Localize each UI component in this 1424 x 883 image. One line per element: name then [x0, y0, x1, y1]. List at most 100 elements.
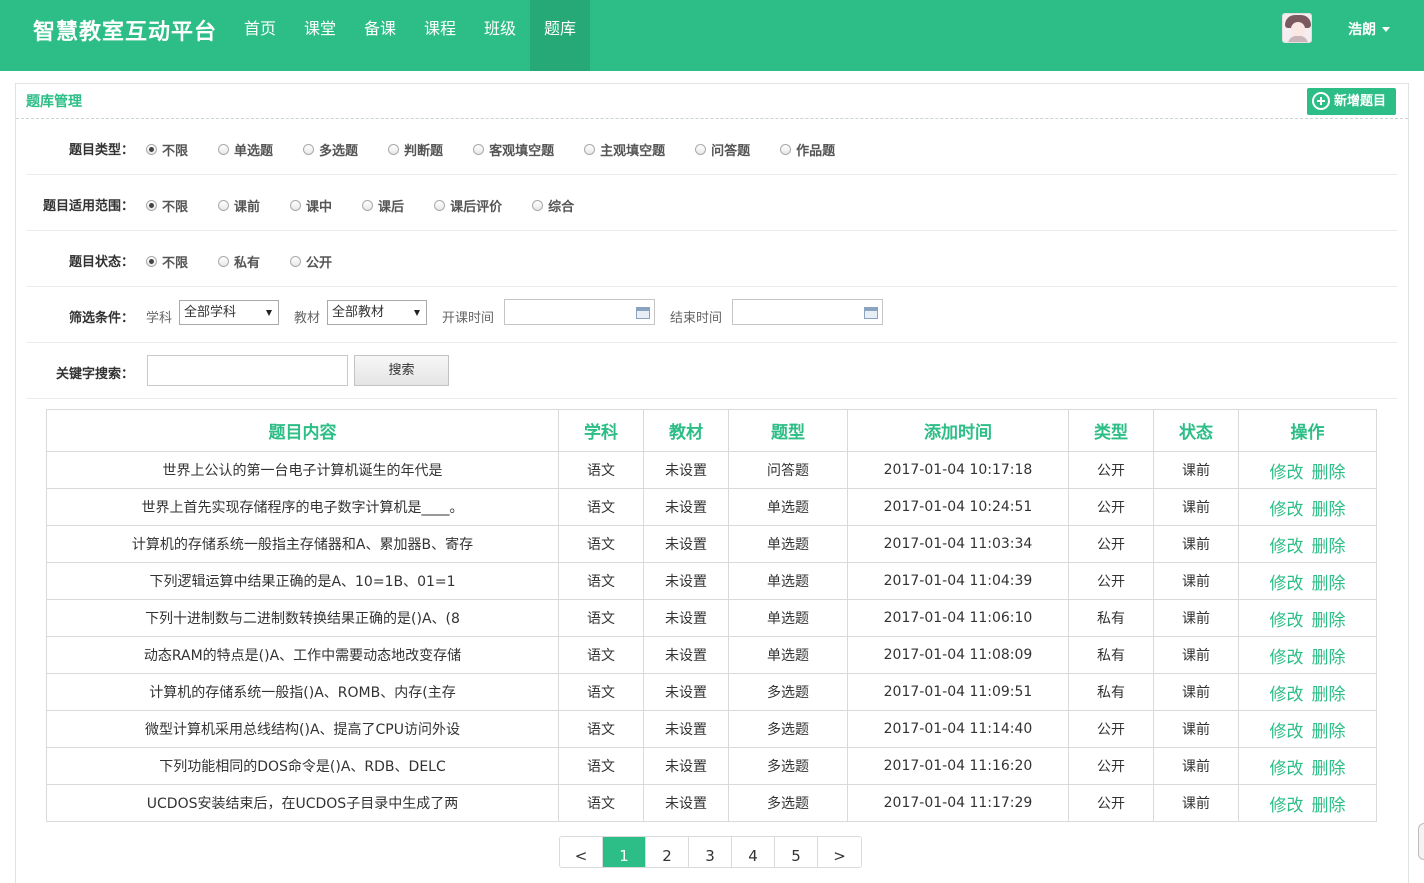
column-header-subject: 学科 — [558, 409, 644, 452]
page-button-2[interactable]: 2 — [646, 837, 689, 867]
scrollbar-thumb[interactable] — [1418, 823, 1424, 860]
radio-dot-icon — [218, 256, 230, 267]
cell-textbook: 未设置 — [643, 451, 729, 489]
page-button-5[interactable]: 5 — [775, 837, 818, 867]
nav-item-lesson-prep[interactable]: 备课 — [350, 0, 410, 71]
nav-item-class[interactable]: 班级 — [470, 0, 530, 71]
radio-status-private[interactable]: 私有 — [218, 252, 260, 271]
cell-textbook: 未设置 — [643, 525, 729, 563]
cell-content: 计算机的存储系统一般指主存储器和A、累加器B、寄存 — [46, 525, 559, 563]
cell-added-time: 2017-01-04 11:16:20 — [847, 747, 1069, 785]
add-question-button[interactable]: 新增题目 — [1307, 88, 1396, 115]
page-button-3[interactable]: 3 — [689, 837, 732, 867]
edit-link[interactable]: 修改 — [1270, 537, 1304, 557]
nav-item-classroom[interactable]: 课堂 — [290, 0, 350, 71]
nav-item-home[interactable]: 首页 — [230, 0, 290, 71]
delete-link[interactable]: 删除 — [1312, 611, 1346, 631]
calendar-icon[interactable] — [864, 307, 878, 319]
type-options: 不限 单选题 多选题 判断题 客观填空题 主观填空题 问答题 作品题 — [146, 140, 865, 159]
end-time-input[interactable] — [732, 299, 883, 325]
edit-link[interactable]: 修改 — [1270, 463, 1304, 483]
search-button[interactable]: 搜索 — [354, 355, 449, 386]
edit-link[interactable]: 修改 — [1270, 500, 1304, 520]
keyword-input[interactable] — [147, 355, 348, 386]
cell-subject: 语文 — [558, 599, 644, 637]
radio-status-public[interactable]: 公开 — [290, 252, 332, 271]
subject-select-value: 全部学科 — [184, 305, 237, 320]
nav-item-course[interactable]: 课程 — [410, 0, 470, 71]
radio-scope-comprehensive[interactable]: 综合 — [532, 196, 574, 215]
radio-type-single[interactable]: 单选题 — [218, 140, 273, 159]
edit-link[interactable]: 修改 — [1270, 648, 1304, 668]
delete-link[interactable]: 删除 — [1312, 463, 1346, 483]
radio-scope-evaluation[interactable]: 课后评价 — [434, 196, 502, 215]
cell-question-type: 多选题 — [728, 710, 848, 748]
column-header-content: 题目内容 — [46, 409, 559, 452]
delete-link[interactable]: 删除 — [1312, 648, 1346, 668]
cell-question-type: 多选题 — [728, 747, 848, 785]
edit-link[interactable]: 修改 — [1270, 611, 1304, 631]
radio-dot-icon — [146, 200, 157, 211]
nav-item-question-bank[interactable]: 题库 — [530, 0, 590, 71]
radio-scope-before[interactable]: 课前 — [218, 196, 260, 215]
user-menu[interactable]: 浩朗 — [1348, 19, 1390, 39]
avatar-body — [1288, 36, 1308, 42]
cell-status: 课前 — [1153, 784, 1239, 822]
subject-select[interactable]: 全部学科 — [179, 300, 279, 325]
edit-link[interactable]: 修改 — [1270, 685, 1304, 705]
delete-link[interactable]: 删除 — [1312, 796, 1346, 816]
radio-dot-icon — [146, 144, 157, 155]
page-button-1[interactable]: 1 — [603, 837, 646, 867]
avatar[interactable] — [1282, 13, 1312, 43]
delete-link[interactable]: 删除 — [1312, 500, 1346, 520]
edit-link[interactable]: 修改 — [1270, 722, 1304, 742]
textbook-select[interactable]: 全部教材 — [327, 300, 427, 325]
table-row: 微型计算机采用总线结构()A、提高了CPU访问外设 语文 未设置 多选题 2017-01… — [46, 710, 1377, 748]
prev-page-button[interactable]: < — [560, 837, 603, 867]
edit-link[interactable]: 修改 — [1270, 759, 1304, 779]
start-time-label: 开课时间 — [442, 311, 495, 326]
cell-visibility: 公开 — [1068, 525, 1154, 563]
radio-type-multiple[interactable]: 多选题 — [303, 140, 358, 159]
cell-visibility: 私有 — [1068, 673, 1154, 711]
edit-link[interactable]: 修改 — [1270, 574, 1304, 594]
cell-question-type: 单选题 — [728, 562, 848, 600]
radio-type-subjective-fill[interactable]: 主观填空题 — [584, 140, 665, 159]
filter-row-scope: 题目适用范围： 不限 课前 课中 课后 课后评价 综合 — [26, 175, 1397, 231]
radio-scope-all[interactable]: 不限 — [146, 196, 188, 215]
option-label: 公开 — [306, 256, 333, 271]
start-time-input[interactable] — [504, 299, 655, 325]
delete-link[interactable]: 删除 — [1312, 722, 1346, 742]
column-header-question-type: 题型 — [728, 409, 848, 452]
table-row: 下列功能相同的DOS命令是()A、RDB、DELC 语文 未设置 多选题 2017-01… — [46, 747, 1377, 785]
radio-type-work[interactable]: 作品题 — [780, 140, 835, 159]
dropdown-arrow-icon — [266, 310, 272, 316]
radio-scope-after[interactable]: 课后 — [362, 196, 404, 215]
cell-subject: 语文 — [558, 784, 644, 822]
cell-subject: 语文 — [558, 673, 644, 711]
radio-dot-icon — [780, 144, 792, 155]
main-nav: 首页 课堂 备课 课程 班级 题库 — [230, 0, 590, 71]
edit-link[interactable]: 修改 — [1270, 796, 1304, 816]
column-header-actions: 操作 — [1238, 409, 1377, 452]
radio-type-objective-fill[interactable]: 客观填空题 — [473, 140, 554, 159]
calendar-icon[interactable] — [636, 307, 650, 319]
cell-textbook: 未设置 — [643, 562, 729, 600]
delete-link[interactable]: 删除 — [1312, 685, 1346, 705]
radio-type-judge[interactable]: 判断题 — [388, 140, 443, 159]
cell-content: 下列功能相同的DOS命令是()A、RDB、DELC — [46, 747, 559, 785]
cell-visibility: 公开 — [1068, 784, 1154, 822]
next-page-button[interactable]: > — [818, 837, 861, 867]
option-label: 课前 — [234, 200, 261, 215]
radio-scope-during[interactable]: 课中 — [290, 196, 332, 215]
cell-question-type: 多选题 — [728, 784, 848, 822]
radio-type-all[interactable]: 不限 — [146, 140, 188, 159]
delete-link[interactable]: 删除 — [1312, 574, 1346, 594]
delete-link[interactable]: 删除 — [1312, 537, 1346, 557]
radio-status-all[interactable]: 不限 — [146, 252, 188, 271]
radio-type-qa[interactable]: 问答题 — [695, 140, 750, 159]
page-button-4[interactable]: 4 — [732, 837, 775, 867]
delete-link[interactable]: 删除 — [1312, 759, 1346, 779]
option-label: 私有 — [234, 256, 261, 271]
cell-actions: 修改 删除 — [1238, 673, 1377, 711]
